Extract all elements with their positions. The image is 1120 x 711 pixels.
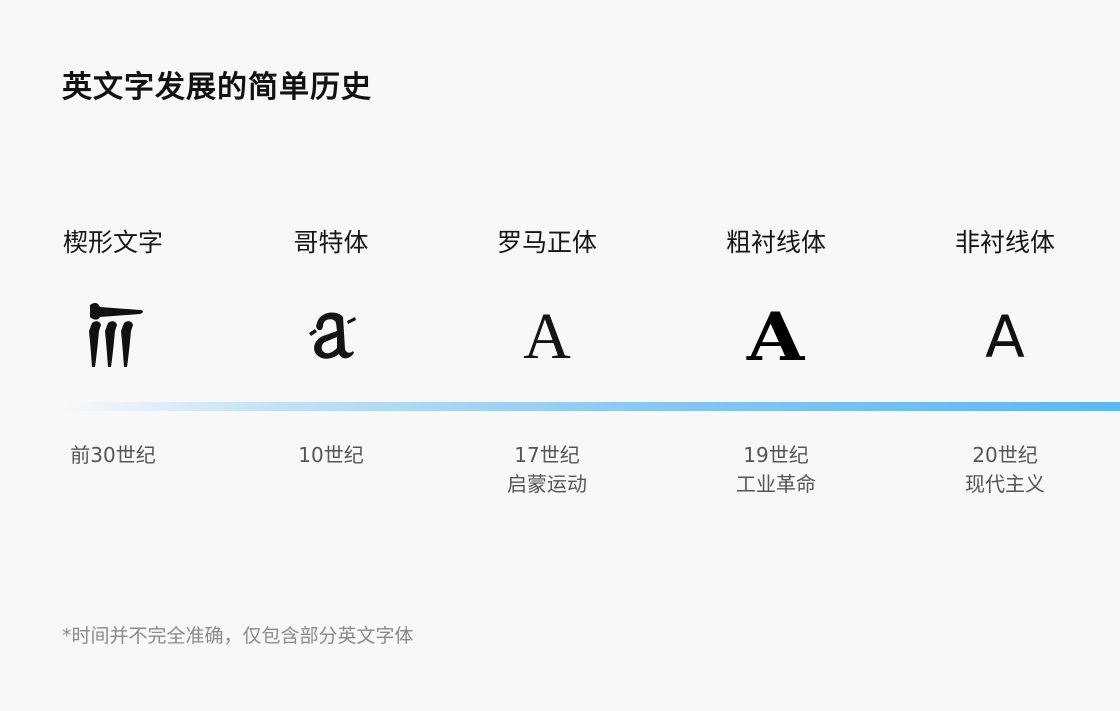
era-movement: 现代主义: [965, 472, 1045, 496]
timeline-item-slab-serif: 粗衬线体 A: [676, 225, 876, 379]
era-century: 17世纪: [514, 443, 580, 467]
timeline-bar: [60, 402, 1120, 411]
blackletter-a-icon: [231, 295, 431, 379]
font-style-name: 粗衬线体: [725, 228, 826, 257]
era-label-sans-serif: 20世纪 现代主义: [905, 441, 1105, 499]
font-style-name: 楔形文字: [62, 228, 163, 257]
era-label-cuneiform: 前30世纪: [13, 441, 213, 470]
era-century: 20世纪: [972, 443, 1038, 467]
slab-serif-a-glyph: A: [747, 298, 805, 376]
era-label-roman: 17世纪 启蒙运动: [447, 441, 647, 499]
page: 英文字发展的简单历史 楔形文字 哥特体 罗马正体 A 粗衬线体 A 非衬线体 A…: [0, 0, 1120, 711]
era-label-gothic: 10世纪: [231, 441, 431, 470]
font-style-name: 哥特体: [293, 228, 369, 257]
era-label-slab-serif: 19世纪 工业革命: [676, 441, 876, 499]
era-century: 10世纪: [298, 443, 364, 467]
timeline-item-sans-serif: 非衬线体 A: [905, 225, 1105, 379]
era-century: 19世纪: [743, 443, 809, 467]
font-style-name: 罗马正体: [496, 228, 597, 257]
font-style-name: 非衬线体: [954, 228, 1055, 257]
roman-a-glyph: A: [523, 300, 571, 373]
cuneiform-glyph-icon: [13, 295, 213, 379]
era-movement: 启蒙运动: [507, 472, 587, 496]
era-movement: 工业革命: [736, 472, 816, 496]
footnote: *时间并不完全准确，仅包含部分英文字体: [62, 625, 414, 647]
era-century: 前30世纪: [70, 443, 156, 467]
sans-serif-a-glyph: A: [985, 303, 1025, 371]
page-title: 英文字发展的简单历史: [62, 70, 372, 105]
timeline-item-gothic: 哥特体: [231, 225, 431, 379]
timeline-item-roman: 罗马正体 A: [447, 225, 647, 379]
timeline-item-cuneiform: 楔形文字: [13, 225, 213, 379]
